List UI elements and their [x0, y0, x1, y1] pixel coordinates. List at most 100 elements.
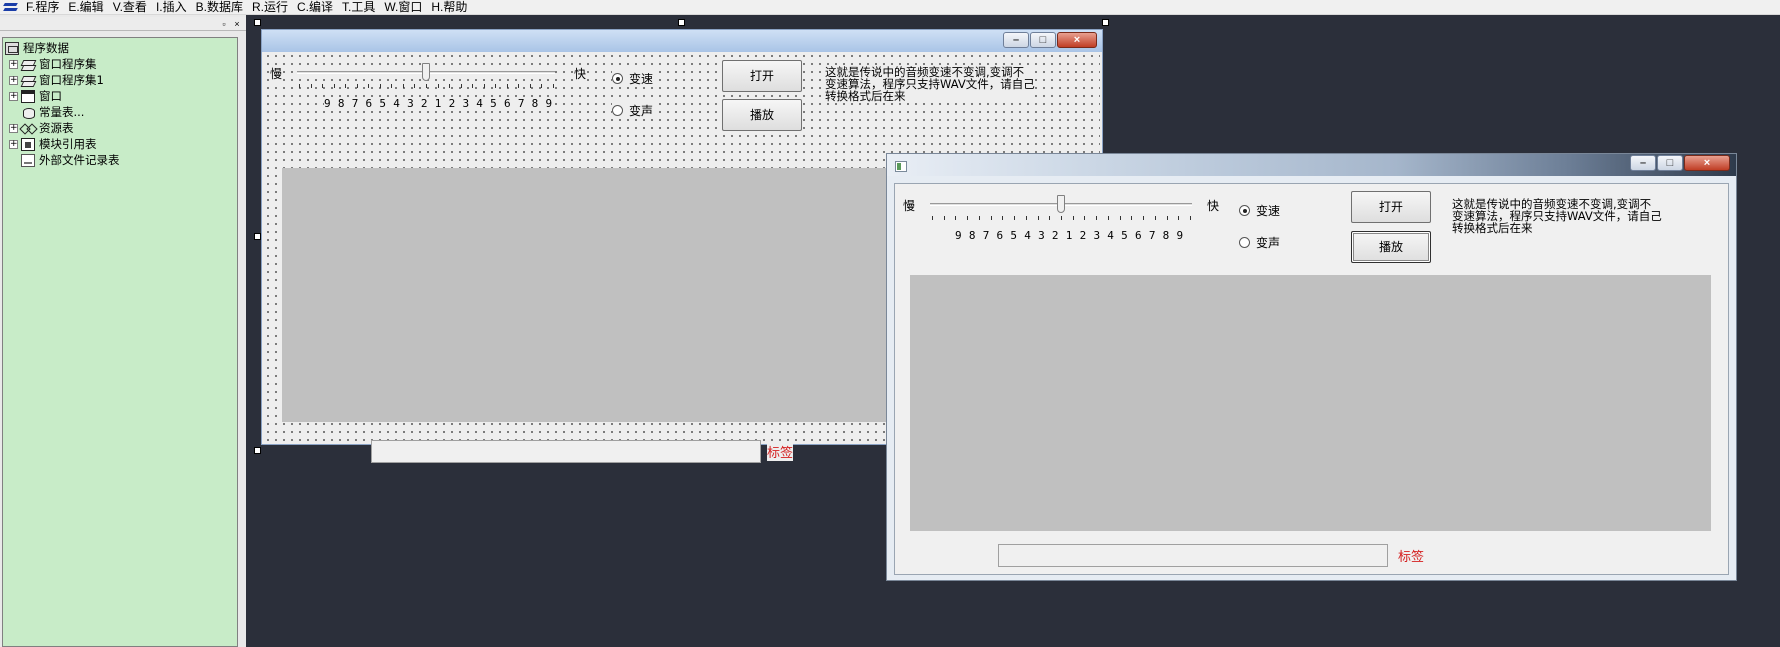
expand-icon[interactable]: +: [9, 59, 18, 69]
menu-bar: F.程序 E.编辑 V.查看 I.插入 B.数据库 R.运行 C.编译 T.工具…: [0, 0, 1780, 15]
tree-item-constants[interactable]: 常量表...: [21, 104, 84, 120]
menu-program[interactable]: F.程序: [22, 0, 64, 14]
app-window-icon: [895, 161, 907, 172]
tree-item-label: 窗口: [39, 89, 62, 103]
slider-tick: [1108, 216, 1109, 220]
resize-handle[interactable]: [254, 233, 261, 240]
tree-root[interactable]: 程序数据: [5, 40, 69, 56]
resize-handle[interactable]: [678, 19, 685, 26]
slider-tick: [1190, 216, 1191, 220]
pin-icon[interactable]: ▫: [219, 19, 229, 29]
runtime-app-window[interactable]: – □ × 慢 9 8 7 6 5 4 3 2 1 2 3 4 5 6 7 8 …: [886, 153, 1737, 581]
menu-help[interactable]: H.帮助: [427, 0, 472, 14]
radio-speed-label: 变速: [629, 72, 654, 86]
radio-pitch-label: 变声: [629, 104, 654, 118]
slider-tick: [518, 84, 519, 88]
runtime-client-area[interactable]: 慢 9 8 7 6 5 4 3 2 1 2 3 4 5 6 7 8 9 快 变速…: [894, 183, 1729, 575]
slider-tick: [357, 84, 358, 88]
slider-tick: [1026, 216, 1027, 220]
slider-tick: [391, 84, 392, 88]
resize-handle[interactable]: [254, 19, 261, 26]
resize-handle[interactable]: [254, 447, 261, 454]
panel-close-icon[interactable]: ×: [232, 19, 242, 29]
open-button[interactable]: 打开: [722, 60, 802, 92]
tree-item-resources[interactable]: + 资源表: [9, 120, 74, 136]
open-button[interactable]: 打开: [1351, 191, 1431, 223]
expand-icon[interactable]: +: [9, 139, 18, 149]
radio-speed[interactable]: 变速: [612, 70, 656, 87]
slider-tick: [507, 84, 508, 88]
slider-tick: [944, 216, 945, 220]
status-label: 标签: [1398, 546, 1425, 565]
slider-tick: [955, 216, 956, 220]
menu-database[interactable]: B.数据库: [192, 0, 248, 14]
menu-run[interactable]: R.运行: [248, 0, 293, 14]
maximize-button[interactable]: □: [1657, 155, 1683, 171]
slider-tick: [932, 216, 933, 220]
slider-tick: [299, 84, 300, 88]
menu-tools[interactable]: T.工具: [338, 0, 380, 14]
tree-item-window[interactable]: + 窗口: [9, 88, 62, 104]
slider-tick: [380, 84, 381, 88]
radio-pitch-indicator[interactable]: [612, 105, 623, 116]
radio-speed-indicator[interactable]: [612, 73, 623, 84]
tree-item-label: 外部文件记录表: [39, 153, 120, 167]
panel-header: ▫ ×: [0, 17, 246, 31]
description-text: 这就是传说中的音频变速不变调,变调不变速算法，程序只支持WAV文件，请自己转换格…: [825, 65, 1035, 103]
slider-tick: [1038, 216, 1039, 220]
tree-item-label: 模块引用表: [39, 137, 97, 151]
stack-icon: [21, 58, 35, 71]
slider-tick: [345, 84, 346, 88]
program-data-icon: [5, 41, 19, 55]
slider-tick: [1002, 216, 1003, 220]
close-icon: ×: [1073, 34, 1081, 46]
menu-edit[interactable]: E.编辑: [64, 0, 108, 14]
module-icon: [21, 137, 35, 151]
resource-icon: [21, 122, 35, 135]
radio-pitch-label: 变声: [1256, 236, 1281, 250]
menu-insert[interactable]: I.插入: [152, 0, 192, 14]
fast-label: 快: [574, 65, 587, 82]
minimize-button[interactable]: –: [1003, 32, 1029, 48]
play-button[interactable]: 播放: [722, 99, 802, 131]
speed-slider-thumb[interactable]: [1057, 195, 1065, 213]
slider-tick: [403, 84, 404, 88]
radio-speed-indicator[interactable]: [1239, 205, 1250, 216]
minimize-icon: –: [1639, 157, 1647, 169]
radio-pitch[interactable]: 变声: [1239, 234, 1283, 251]
expand-icon[interactable]: +: [9, 75, 18, 85]
menu-compile[interactable]: C.编译: [293, 0, 338, 14]
tree-item-window-assembly-1[interactable]: + 窗口程序集1: [9, 72, 104, 88]
slider-tick: [484, 84, 485, 88]
maximize-button[interactable]: □: [1030, 32, 1056, 48]
design-caption-buttons: – □ ×: [1002, 32, 1097, 48]
expand-icon[interactable]: +: [9, 91, 18, 101]
close-button[interactable]: ×: [1684, 155, 1730, 171]
slider-tick: [1178, 216, 1179, 220]
resize-handle[interactable]: [1102, 19, 1109, 26]
slider-tick: [426, 84, 427, 88]
tree-item-module-refs[interactable]: + 模块引用表: [9, 136, 97, 152]
slider-tick: [461, 84, 462, 88]
radio-pitch-indicator[interactable]: [1239, 237, 1250, 248]
menu-view[interactable]: V.查看: [109, 0, 152, 14]
constant-icon: [21, 106, 35, 119]
tree-item-external-files[interactable]: 外部文件记录表: [21, 152, 120, 168]
radio-speed-label: 变速: [1256, 204, 1281, 218]
slider-tick: [1014, 216, 1015, 220]
slider-tick: [449, 84, 450, 88]
speed-slider-thumb[interactable]: [422, 63, 430, 81]
radio-pitch[interactable]: 变声: [612, 102, 656, 119]
slider-tick: [1084, 216, 1085, 220]
expand-icon[interactable]: +: [9, 123, 18, 133]
description-text: 这就是传说中的音频变速不变调,变调不变速算法，程序只支持WAV文件，请自己转换格…: [1452, 197, 1662, 235]
play-button[interactable]: 播放: [1351, 231, 1431, 263]
project-tree[interactable]: 程序数据 + 窗口程序集 + 窗口程序集1 + 窗口 常量表... + 资源表 …: [2, 37, 238, 647]
tree-item-window-assembly[interactable]: + 窗口程序集: [9, 56, 97, 72]
slider-tick: [495, 84, 496, 88]
slider-tick: [368, 84, 369, 88]
close-button[interactable]: ×: [1057, 32, 1097, 48]
minimize-button[interactable]: –: [1630, 155, 1656, 171]
menu-window[interactable]: W.窗口: [380, 0, 427, 14]
radio-speed[interactable]: 变速: [1239, 202, 1283, 219]
